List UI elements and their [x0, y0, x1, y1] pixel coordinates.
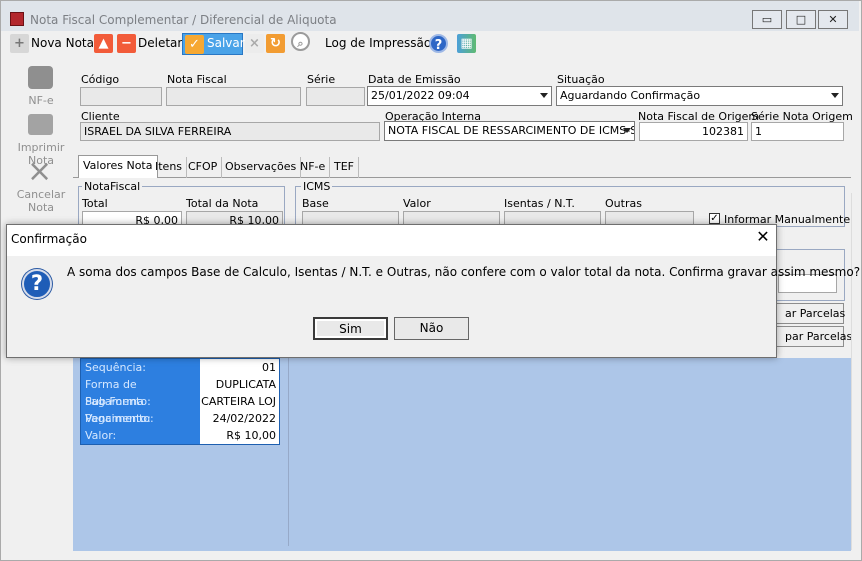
yes-button[interactable]: Sim — [313, 317, 388, 340]
sequence-value: 01 — [200, 359, 279, 376]
chevron-down-icon — [623, 128, 631, 133]
new-note-button[interactable]: Nova Nota — [31, 36, 94, 50]
cancel-icon[interactable]: × — [245, 34, 264, 53]
dialog-title: Confirmação — [11, 232, 87, 246]
payment-label: Forma de Pagamento: — [85, 378, 151, 408]
sequence-label: Sequência: — [85, 361, 146, 374]
nfe-label[interactable]: NF-e — [5, 94, 77, 107]
invoice-app-icon — [10, 12, 24, 26]
help-icon[interactable]: ? — [429, 34, 448, 53]
save-label: Salvar — [207, 36, 245, 50]
manual-checkbox[interactable]: ✓ — [709, 213, 720, 224]
search-icon[interactable]: ⌕ — [291, 32, 310, 51]
exempt-label: Isentas / N.T. — [504, 197, 575, 210]
printer-icon[interactable] — [28, 114, 53, 135]
minus-icon[interactable]: − — [117, 34, 136, 53]
installment-card[interactable]: Sequência: 01 Forma de Pagamento: DUPLIC… — [80, 358, 280, 445]
issue-date-picker[interactable]: 25/01/2022 09:04 — [367, 86, 552, 106]
sub-payment-value: CARTEIRA LOJ — [200, 393, 279, 410]
confirmation-dialog: Confirmação ✕ ? A soma dos campos Base d… — [6, 224, 860, 358]
cancel-note-label-line2[interactable]: Nota — [5, 201, 77, 214]
origin-invoice-field[interactable]: 102381 — [639, 122, 748, 141]
amount-value: R$ 10,00 — [200, 427, 279, 444]
status-value: Aguardando Confirmação — [560, 89, 701, 102]
chevron-down-icon — [831, 93, 839, 98]
series-field[interactable] — [306, 87, 365, 106]
value-label: Valor — [403, 197, 431, 210]
status-select[interactable]: Aguardando Confirmação — [556, 86, 843, 106]
tab-cfop[interactable]: CFOP — [184, 157, 223, 178]
tab-tef[interactable]: TEF — [330, 157, 359, 178]
tab-nfe[interactable]: NF-e — [296, 157, 331, 178]
client-field[interactable]: ISRAEL DA SILVA FERREIRA — [80, 122, 380, 141]
code-label: Código — [81, 73, 120, 86]
vertical-scrollbar[interactable] — [851, 193, 861, 550]
print-log-button[interactable]: Log de Impressão — [325, 36, 431, 50]
amount-label: Valor: — [85, 429, 117, 442]
operation-value: NOTA FISCAL DE RESSARCIMENTO DE ICMS-ST — [388, 124, 635, 137]
series-label: Série — [307, 73, 336, 86]
note-total-label: Total da Nota — [186, 197, 259, 210]
window-title: Nota Fiscal Complementar / Diferencial d… — [30, 13, 337, 27]
close-dialog-button[interactable]: ✕ — [754, 228, 772, 246]
payment-value: DUPLICATA — [200, 376, 279, 393]
status-label: Situação — [557, 73, 605, 86]
refresh-icon[interactable]: ↻ — [266, 34, 285, 53]
clear-installments-button[interactable]: par Parcelas — [776, 326, 852, 347]
tab-valores-nota[interactable]: Valores Nota — [78, 155, 158, 178]
operation-select[interactable]: NOTA FISCAL DE RESSARCIMENTO DE ICMS-ST — [384, 121, 635, 141]
origin-series-field[interactable]: 1 — [751, 122, 844, 141]
code-field[interactable] — [80, 87, 162, 106]
close-window-button[interactable]: ✕ — [818, 10, 848, 29]
dialog-message: A soma dos campos Base de Calculo, Isent… — [67, 265, 861, 279]
maximize-button[interactable]: □ — [786, 10, 816, 29]
due-label: Vencimento: — [85, 412, 154, 425]
cancel-note-icon[interactable]: × — [27, 157, 52, 187]
sub-payment-label: Sub Forma Pagamento: — [85, 395, 151, 425]
issue-date-value: 25/01/2022 09:04 — [371, 89, 470, 102]
invoice-label: Nota Fiscal — [167, 73, 227, 86]
nfe-icon[interactable] — [28, 66, 53, 89]
question-icon: ? — [22, 269, 52, 299]
arrow-up-icon[interactable]: ▲ — [94, 34, 113, 53]
cancel-note-label-line1[interactable]: Cancelar — [5, 188, 77, 201]
tab-itens[interactable]: Itens — [151, 157, 188, 178]
generate-installments-button[interactable]: ar Parcelas — [776, 303, 845, 324]
installments-divider — [288, 358, 289, 546]
total-label: Total — [82, 197, 108, 210]
check-icon: ✓ — [185, 35, 204, 54]
other-label: Outras — [605, 197, 642, 210]
minimize-button[interactable]: ▭ — [752, 10, 782, 29]
plus-icon[interactable]: + — [10, 34, 29, 53]
issue-date-label: Data de Emissão — [368, 73, 461, 86]
dialog-body: ? A soma dos campos Base de Calculo, Ise… — [7, 256, 860, 357]
icms-group-title: ICMS — [301, 180, 333, 193]
note-group-title: NotaFiscal — [82, 180, 143, 193]
map-icon[interactable]: ▦ — [457, 34, 476, 53]
chevron-down-icon — [540, 93, 548, 98]
base-label: Base — [302, 197, 329, 210]
due-value: 24/02/2022 — [200, 410, 279, 427]
invoice-field[interactable] — [166, 87, 301, 106]
no-button[interactable]: Não — [394, 317, 469, 340]
delete-button[interactable]: Deletar — [138, 36, 182, 50]
tab-observacoes[interactable]: Observações — [221, 157, 302, 178]
